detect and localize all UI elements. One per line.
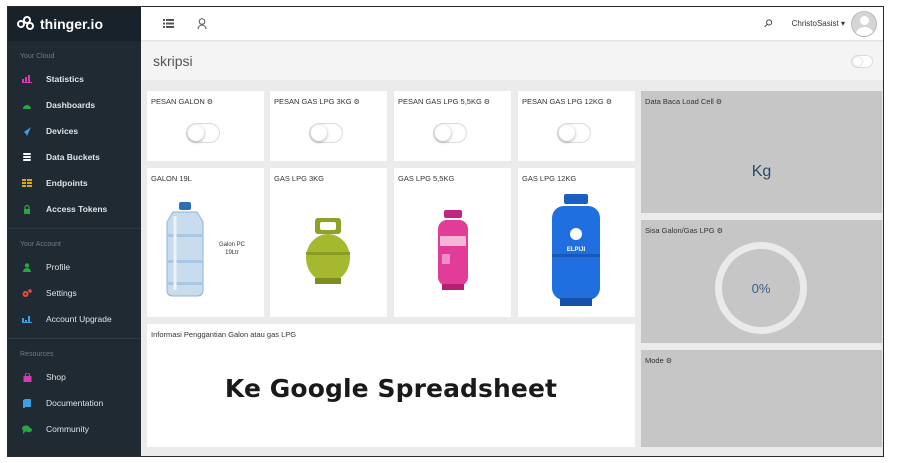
brand-name: thinger.io xyxy=(40,16,103,32)
widget-title: Informasi Penggantian Galon atau gas LPG xyxy=(151,330,297,339)
gas-12kg-image: ELPIJI xyxy=(552,194,600,306)
user-dropdown[interactable]: ChristoSasist ▾ xyxy=(792,19,845,28)
settings-icon[interactable]: ⚙ xyxy=(354,99,360,106)
pesan-55kg-switch[interactable] xyxy=(433,123,467,143)
book-icon xyxy=(22,399,32,408)
widget-mode: Mode ⚙ xyxy=(641,350,882,447)
widget-sisa-galon: Sisa Galon/Gas LPG ⚙ 0% xyxy=(641,220,882,343)
settings-icon[interactable]: ⚙ xyxy=(716,99,722,106)
app-window: thinger.io Your Cloud Statistics Dashboa… xyxy=(7,6,884,457)
widget-title: GAS LPG 3KG xyxy=(274,174,325,183)
topbar: ⚲ ChristoSasist ▾ xyxy=(141,7,883,41)
sidebar-item-label: Profile xyxy=(46,262,71,272)
settings-icon[interactable]: ⚙ xyxy=(717,228,723,235)
water-gallon-image xyxy=(166,202,204,297)
shop-icon xyxy=(22,372,32,382)
sidebar-item-statistics[interactable]: Statistics xyxy=(8,66,141,92)
widget-title: Mode xyxy=(645,356,664,365)
widget-gas-3kg: GAS LPG 3KG xyxy=(270,168,387,317)
endpoints-icon xyxy=(22,179,32,187)
page-title: skripsi xyxy=(153,53,193,69)
widget-load-cell: Data Baca Load Cell ⚙ Kg xyxy=(641,91,882,213)
gauge-value: 0% xyxy=(751,280,771,296)
widget-galon-19l: GALON 19L Galon PC 19Ltr xyxy=(147,168,264,317)
widget-title: PESAN GALON xyxy=(151,97,205,106)
widget-title: PESAN GAS LPG 12KG xyxy=(522,97,604,106)
settings-icon[interactable]: ⚙ xyxy=(484,99,490,106)
widget-gas-55kg: GAS LPG 5,5KG xyxy=(394,168,511,317)
list-toggle-icon[interactable] xyxy=(161,17,175,31)
widget-title: GAS LPG 5,5KG xyxy=(398,174,455,183)
lock-icon xyxy=(22,204,32,214)
sidebar-item-label: Dashboards xyxy=(46,100,96,110)
settings-icon[interactable]: ⚙ xyxy=(207,99,213,106)
sidebar-item-endpoints[interactable]: Endpoints xyxy=(8,170,141,196)
sidebar-item-account-upgrade[interactable]: Account Upgrade xyxy=(8,306,141,332)
settings-icon[interactable]: ⚙ xyxy=(606,99,612,106)
pesan-12kg-switch[interactable] xyxy=(557,123,591,143)
gears-icon xyxy=(22,289,32,297)
section-title-your-account: Your Account xyxy=(20,241,61,248)
galon-image-label: Galon PC 19Ltr xyxy=(219,242,246,256)
rocket-icon xyxy=(22,127,32,136)
pesan-3kg-switch[interactable] xyxy=(309,123,343,143)
dashboard-header: skripsi xyxy=(141,42,883,80)
widget-title: Sisa Galon/Gas LPG xyxy=(645,226,715,235)
sidebar-item-label: Data Buckets xyxy=(46,152,100,162)
sidebar-item-label: Community xyxy=(46,424,89,434)
sidebar-item-label: Access Tokens xyxy=(46,204,108,214)
dashboard-edit-toggle[interactable] xyxy=(851,54,873,68)
sidebar-item-settings[interactable]: Settings xyxy=(8,280,141,306)
thinger-logo-icon xyxy=(17,16,35,32)
widget-pesan-gas-55kg: PESAN GAS LPG 5,5KG ⚙ xyxy=(394,91,511,161)
widget-title: GALON 19L xyxy=(151,174,192,183)
user-menu-icon[interactable] xyxy=(195,17,209,31)
sidebar-item-label: Devices xyxy=(46,126,79,136)
comments-icon xyxy=(22,425,32,434)
donut-gauge: 0% xyxy=(715,242,807,334)
sidebar-item-access-tokens[interactable]: Access Tokens xyxy=(8,196,141,222)
load-cell-unit: Kg xyxy=(751,163,772,180)
spreadsheet-text: Ke Google Spreadsheet xyxy=(224,374,558,403)
bar-chart-icon xyxy=(22,75,32,83)
pesan-galon-switch[interactable] xyxy=(186,123,220,143)
sidebar-item-label: Shop xyxy=(46,372,66,382)
sidebar-item-community[interactable]: Community xyxy=(8,416,141,442)
settings-icon[interactable]: ⚙ xyxy=(666,358,672,365)
widget-pesan-galon: PESAN GALON ⚙ xyxy=(147,91,264,161)
widget-title: Data Baca Load Cell xyxy=(645,97,714,106)
gas-3kg-image xyxy=(306,218,350,284)
sidebar-item-dashboards[interactable]: Dashboards xyxy=(8,92,141,118)
sidebar-item-label: Settings xyxy=(46,288,77,298)
widget-pesan-gas-3kg: PESAN GAS LPG 3KG ⚙ xyxy=(270,91,387,161)
widget-informasi: Informasi Penggantian Galon atau gas LPG… xyxy=(147,324,635,447)
brand[interactable]: thinger.io xyxy=(8,7,141,41)
widget-gas-12kg: GAS LPG 12KG ELPIJI xyxy=(518,168,635,317)
sidebar-item-profile[interactable]: Profile xyxy=(8,254,141,280)
dashboard-icon xyxy=(22,101,32,109)
sidebar-item-label: Endpoints xyxy=(46,178,88,188)
section-title-your-cloud: Your Cloud xyxy=(20,53,55,60)
pin-icon[interactable]: ⚲ xyxy=(760,16,775,31)
chart-icon xyxy=(22,315,32,323)
svg-text:ELPIJI: ELPIJI xyxy=(567,247,586,253)
section-title-resources: Resources xyxy=(20,351,54,358)
sidebar-item-devices[interactable]: Devices xyxy=(8,118,141,144)
sidebar-item-label: Account Upgrade xyxy=(46,314,112,324)
widget-pesan-gas-12kg: PESAN GAS LPG 12KG ⚙ xyxy=(518,91,635,161)
sidebar-item-shop[interactable]: Shop xyxy=(8,364,141,390)
gas-55kg-image xyxy=(438,210,468,290)
sidebar-item-label: Statistics xyxy=(46,74,84,84)
user-icon xyxy=(22,263,32,272)
widget-title: GAS LPG 12KG xyxy=(522,174,577,183)
sidebar-item-label: Documentation xyxy=(46,398,104,408)
sidebar-item-data-buckets[interactable]: Data Buckets xyxy=(8,144,141,170)
sidebar: thinger.io Your Cloud Statistics Dashboa… xyxy=(8,7,141,456)
sidebar-item-documentation[interactable]: Documentation xyxy=(8,390,141,416)
widget-title: PESAN GAS LPG 3KG xyxy=(274,97,352,106)
widget-title: PESAN GAS LPG 5,5KG xyxy=(398,97,482,106)
database-icon xyxy=(22,153,32,161)
avatar[interactable] xyxy=(851,10,877,37)
